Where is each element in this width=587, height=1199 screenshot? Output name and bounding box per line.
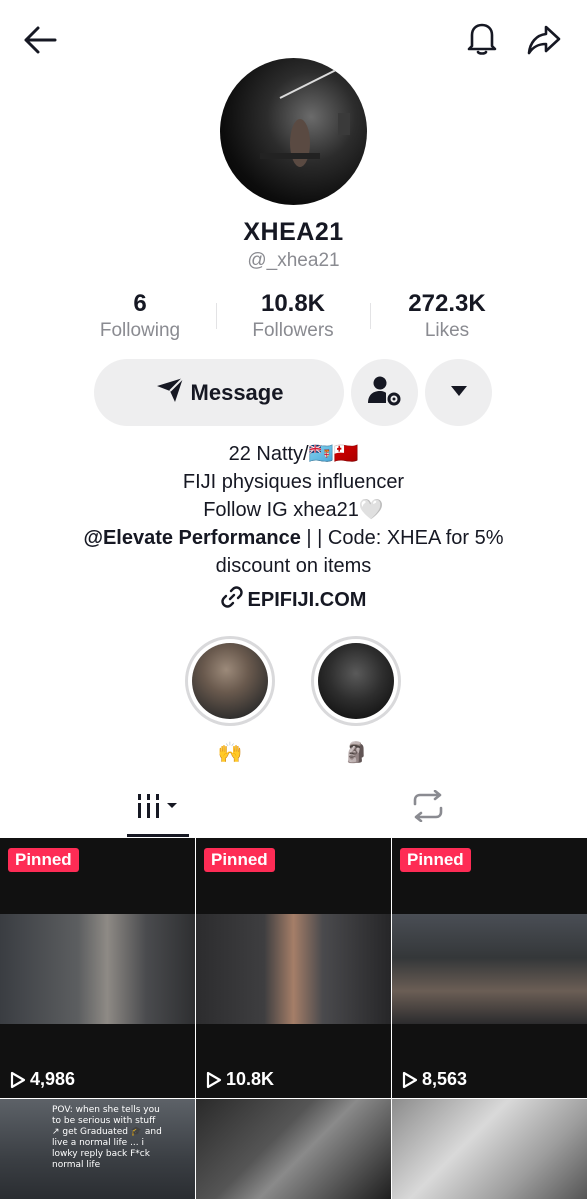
bio-line: @Elevate Performance | | Code: XHEA for … <box>30 524 557 552</box>
stat-followers[interactable]: 10.8K Followers <box>218 290 368 342</box>
avatar[interactable] <box>220 58 367 205</box>
bio-line: FIJI physiques influencer <box>182 471 405 493</box>
highlight-label: 🙌 <box>217 742 243 764</box>
view-count: 8,563 <box>402 1069 467 1090</box>
followers-label: Followers <box>252 320 334 341</box>
message-label: Message <box>190 379 284 405</box>
play-icon <box>10 1071 26 1088</box>
video-thumbnail[interactable]: Pinned 10.8K <box>196 838 391 1098</box>
bell-icon[interactable] <box>462 18 502 58</box>
stat-divider <box>370 303 371 329</box>
dropdown-icon <box>450 384 468 402</box>
view-count: 4,986 <box>10 1069 75 1090</box>
add-friend-icon <box>367 373 403 412</box>
video-preview <box>392 914 587 1024</box>
message-button[interactable]: Message <box>94 359 344 426</box>
bio-line: Follow IG xhea21🤍 <box>203 499 384 521</box>
active-tab-indicator <box>127 834 189 837</box>
story-highlight[interactable] <box>311 636 401 726</box>
video-thumbnail[interactable] <box>392 1099 587 1199</box>
link-icon <box>220 586 243 614</box>
stat-likes[interactable]: 272.3K Likes <box>372 290 522 342</box>
bio-code-text: | | Code: XHEA for 5% <box>300 527 504 549</box>
play-icon <box>206 1071 222 1088</box>
pinned-badge: Pinned <box>204 848 275 872</box>
bio-line: 22 Natty/🇫🇯🇹🇴 <box>228 443 359 465</box>
followers-count: 10.8K <box>260 290 326 317</box>
bio-link[interactable]: EPIFIJI.COM <box>0 586 587 614</box>
bio-line: discount on items <box>215 555 372 577</box>
tab-reposts[interactable] <box>388 778 468 838</box>
story-highlight[interactable] <box>185 636 275 726</box>
video-thumbnail[interactable]: Pinned 4,986 <box>0 838 195 1098</box>
video-preview <box>0 914 195 1024</box>
more-options-button[interactable] <box>425 359 492 426</box>
view-count: 10.8K <box>206 1069 274 1090</box>
stat-following[interactable]: 6 Following <box>65 290 215 342</box>
display-name: XHEA21 <box>243 218 344 246</box>
video-thumbnail[interactable] <box>196 1099 391 1199</box>
highlight-thumbnail <box>192 643 268 719</box>
video-preview <box>196 914 391 1024</box>
repost-icon <box>411 789 445 827</box>
video-caption-overlay: POV: when she tells you to be serious wi… <box>52 1105 162 1170</box>
bio-link-text: EPIFIJI.COM <box>247 588 367 611</box>
video-thumbnail[interactable]: Pinned 8,563 <box>392 838 587 1098</box>
following-label: Following <box>99 320 181 341</box>
play-icon <box>402 1071 418 1088</box>
highlight-label: 🗿 <box>343 742 369 764</box>
back-arrow-icon[interactable] <box>20 20 60 60</box>
send-icon <box>155 376 185 410</box>
video-grid: Pinned 4,986 Pinned 10.8K Pinned 8,563 P… <box>0 838 587 1199</box>
highlight-thumbnail <box>318 643 394 719</box>
tab-videos[interactable] <box>118 778 198 838</box>
stat-divider <box>216 303 217 329</box>
video-thumbnail[interactable]: POV: when she tells you to be serious wi… <box>0 1099 195 1199</box>
share-icon[interactable] <box>522 18 566 62</box>
profile-bio: 22 Natty/🇫🇯🇹🇴 FIJI physiques influencer … <box>30 440 557 580</box>
likes-label: Likes <box>424 320 470 341</box>
pinned-badge: Pinned <box>8 848 79 872</box>
username-handle: @_xhea21 <box>247 250 340 271</box>
pinned-badge: Pinned <box>400 848 471 872</box>
profile-stats: 6 Following 10.8K Followers 272.3K Likes <box>0 290 587 350</box>
add-friend-button[interactable] <box>351 359 418 426</box>
view-count-text: 4,986 <box>30 1069 76 1089</box>
view-count-text: 8,563 <box>422 1069 468 1089</box>
likes-count: 272.3K <box>408 290 486 317</box>
grid-videos-icon <box>135 791 181 826</box>
content-tabs <box>0 778 587 838</box>
view-count-text: 10.8K <box>226 1069 275 1089</box>
following-count: 6 <box>133 290 147 317</box>
bio-mention[interactable]: @Elevate Performance <box>83 527 300 549</box>
